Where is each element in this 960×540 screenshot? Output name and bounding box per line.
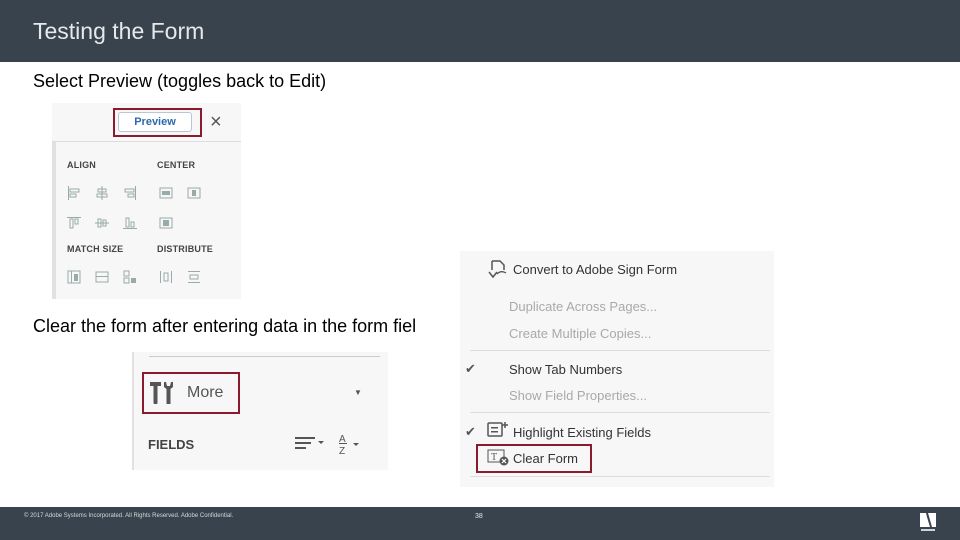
menu-item-create-multiple-copies[interactable]: Create Multiple Copies... [509, 326, 651, 341]
match-size-label: MATCH SIZE [67, 244, 124, 254]
menu-separator [470, 350, 770, 351]
instruction-preview: Select Preview (toggles back to Edit) [33, 71, 327, 91]
align-center-horizontal-icon[interactable] [95, 186, 109, 200]
align-label: ALIGN [67, 160, 96, 170]
fields-label: FIELDS [148, 437, 195, 452]
center-both-icon[interactable] [159, 216, 173, 230]
align-top-icon[interactable] [67, 216, 81, 230]
checkmark-icon: ✔ [465, 424, 476, 439]
menu-item-show-field-properties[interactable]: Show Field Properties... [509, 388, 647, 403]
highlight-box [113, 108, 202, 137]
menu-item-highlight-existing-fields[interactable]: Highlight Existing Fields [513, 425, 651, 440]
checkmark-icon: ✔ [465, 361, 476, 376]
menu-item-duplicate-across-pages[interactable]: Duplicate Across Pages... [509, 299, 657, 314]
center-label: CENTER [157, 160, 196, 170]
menu-item-convert-sign-form[interactable]: Convert to Adobe Sign Form [513, 262, 677, 277]
menu-separator [470, 476, 770, 477]
menu-separator [470, 412, 770, 413]
close-icon[interactable]: × [210, 112, 222, 132]
highlight-box [476, 444, 592, 473]
align-left-icon[interactable] [67, 186, 81, 200]
distribute-vertical-icon[interactable] [187, 270, 201, 284]
distribute-label: DISTRIBUTE [157, 244, 213, 254]
center-vertical-icon[interactable] [187, 186, 201, 200]
menu-item-show-tab-numbers[interactable]: Show Tab Numbers [509, 362, 622, 377]
align-panel-screenshot: Preview × ALIGN CENTER MATCH SIZE DISTRI… [52, 103, 241, 299]
match-both-icon[interactable] [123, 270, 137, 284]
instruction-clear-form: Clear the form after entering data in th… [33, 316, 417, 336]
slide-title: Testing the Form [33, 18, 205, 44]
align-right-icon[interactable] [123, 186, 137, 200]
copyright-text: © 2017 Adobe Systems Incorporated. All R… [24, 513, 234, 519]
center-horizontal-icon[interactable] [159, 186, 173, 200]
match-width-icon[interactable] [67, 270, 81, 284]
adobe-logo-icon [920, 513, 936, 533]
match-height-icon[interactable] [95, 270, 109, 284]
sort-alpha-icon[interactable]: A Z [338, 432, 362, 461]
forms-context-menu: Convert to Adobe Sign Form Duplicate Acr… [460, 251, 774, 487]
slide-header: Testing the Form [0, 0, 960, 62]
align-bottom-icon[interactable] [123, 216, 137, 230]
svg-text:Z: Z [339, 446, 345, 456]
distribute-horizontal-icon[interactable] [159, 270, 173, 284]
convert-sign-icon [487, 258, 509, 285]
slide-footer: © 2017 Adobe Systems Incorporated. All R… [0, 507, 960, 540]
tools-icon [149, 380, 177, 411]
page-number: 38 [475, 513, 483, 520]
align-middle-icon[interactable] [95, 216, 109, 230]
more-panel-screenshot: More ▼ FIELDS A Z [132, 352, 388, 470]
sort-order-icon[interactable] [295, 436, 327, 455]
more-button[interactable]: More [187, 384, 223, 402]
highlight-fields-icon [487, 421, 509, 444]
chevron-down-icon[interactable]: ▼ [354, 388, 362, 397]
